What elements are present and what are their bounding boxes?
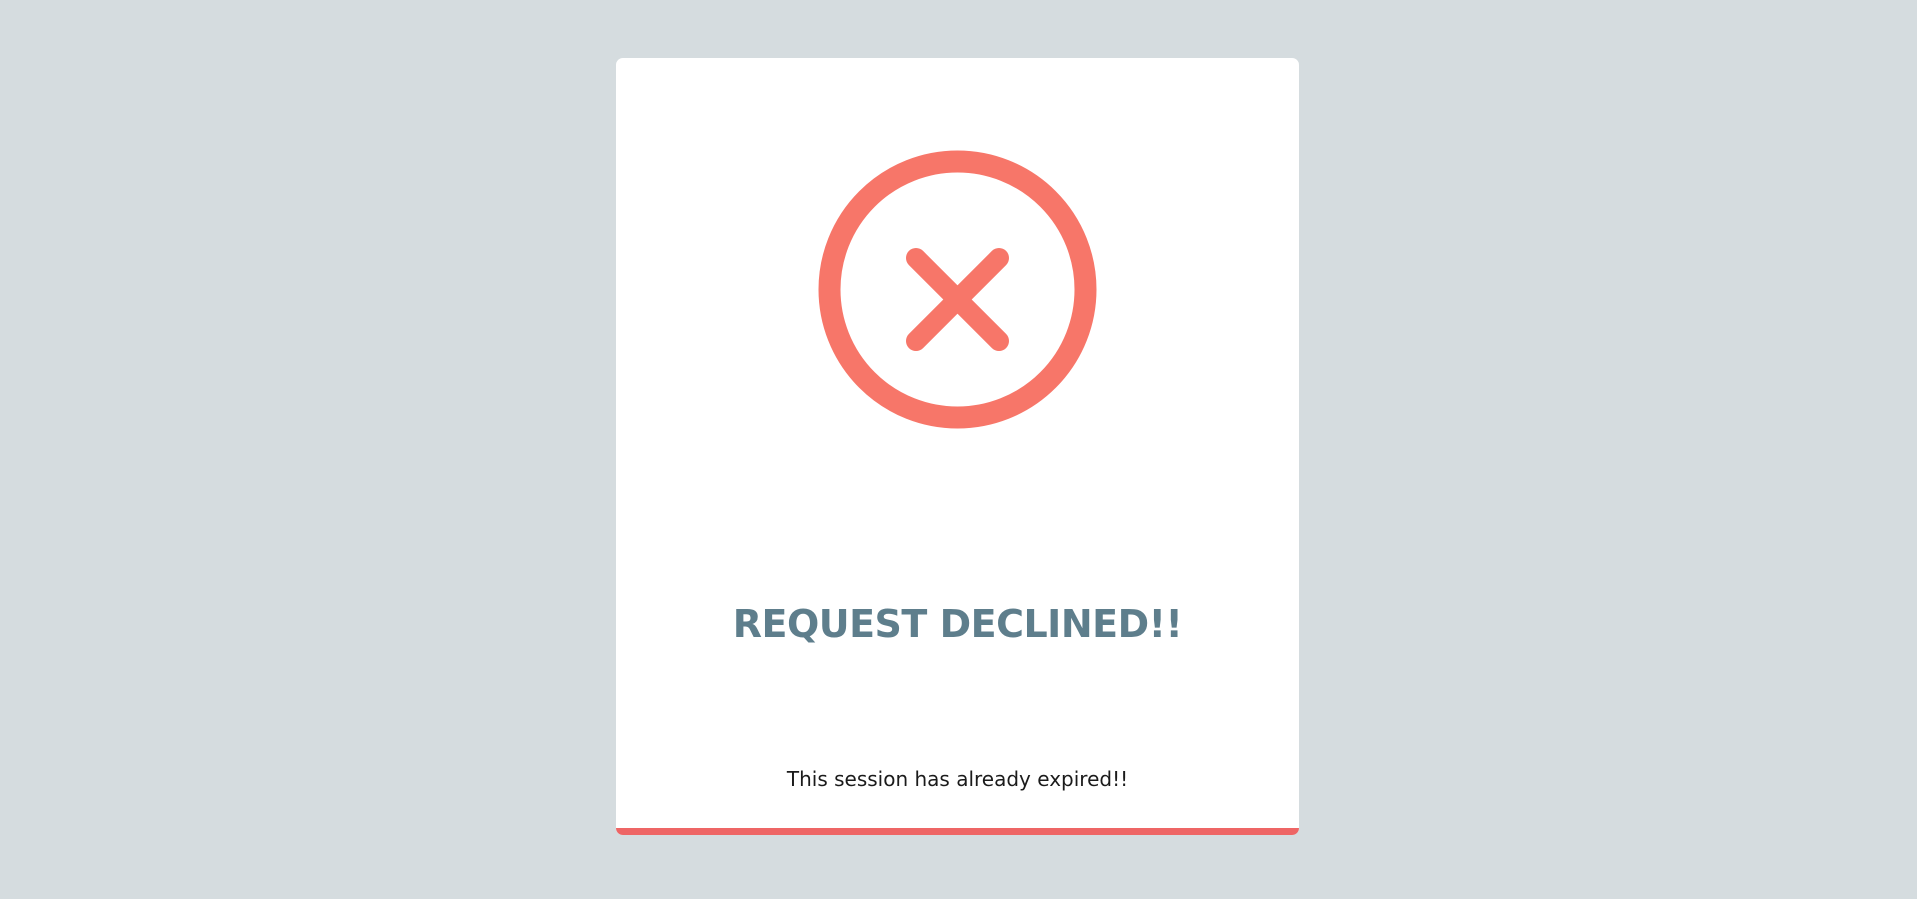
declined-card: REQUEST DECLINED!! This session has alre… xyxy=(616,58,1299,835)
status-message: This session has already expired!! xyxy=(786,767,1129,791)
card-accent-bar xyxy=(616,828,1299,835)
page-title: REQUEST DECLINED!! xyxy=(732,602,1183,646)
close-circle-icon xyxy=(816,148,1099,431)
